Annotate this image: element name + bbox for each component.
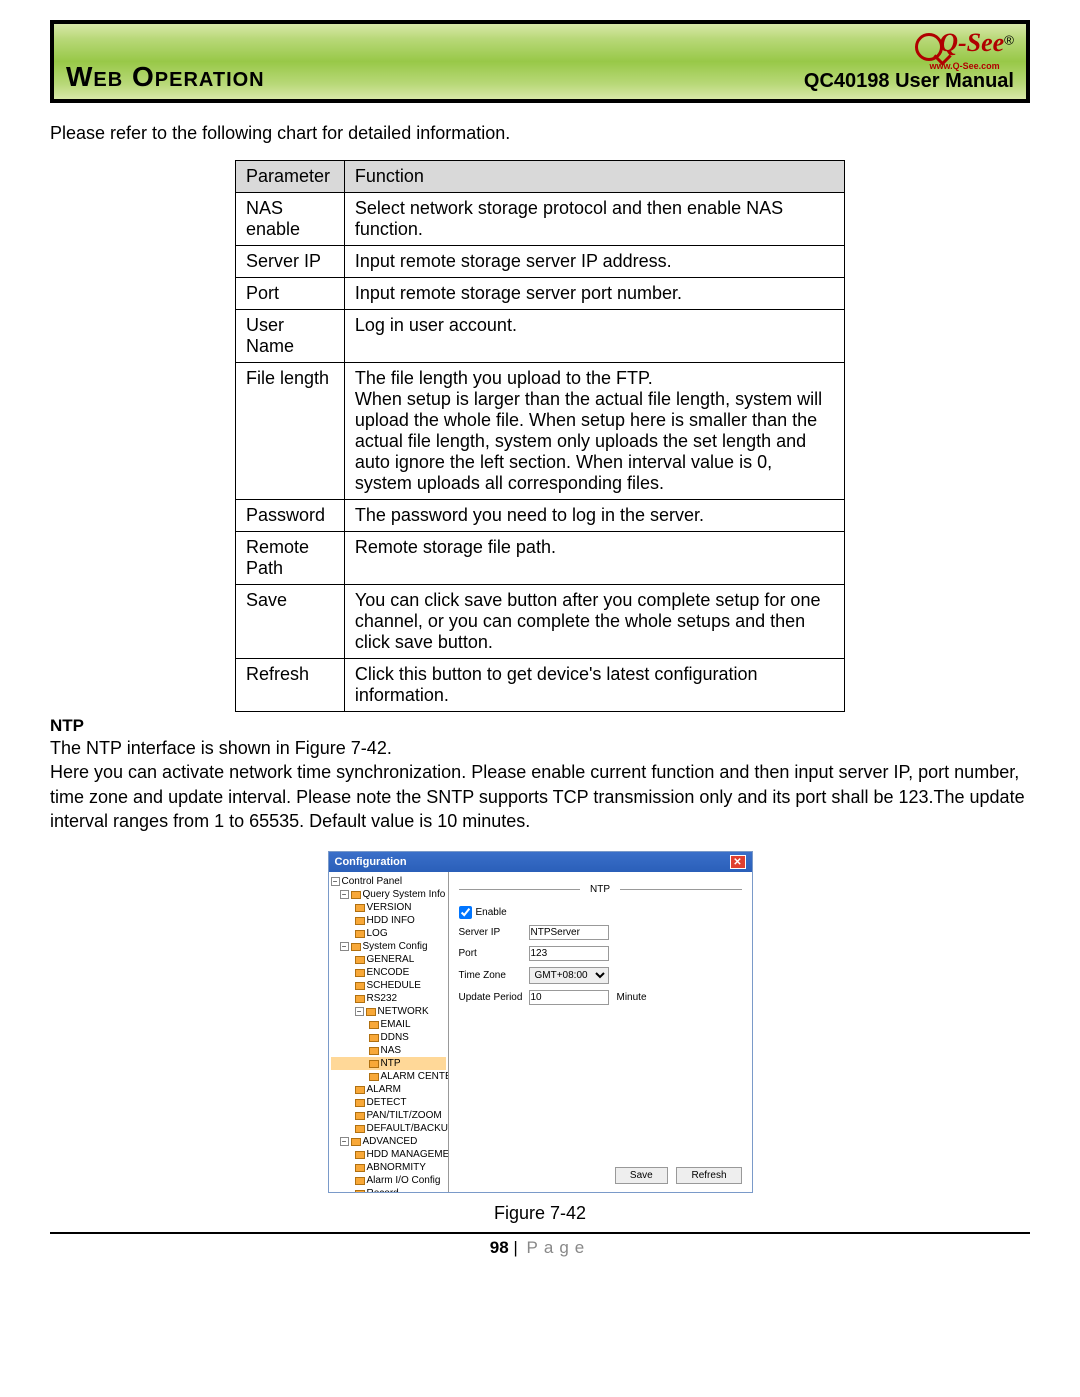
tree-item: HDD MANAGEMENT <box>331 1148 446 1161</box>
nav-tree[interactable]: −Control Panel −Query System Info VERSIO… <box>329 872 449 1192</box>
table-row: PortInput remote storage server port num… <box>236 278 845 310</box>
tree-item: VERSION <box>331 901 446 914</box>
server-ip-input[interactable] <box>529 925 609 940</box>
server-ip-label: Server IP <box>459 927 529 938</box>
folder-icon <box>355 969 365 977</box>
table-row: RefreshClick this button to get device's… <box>236 659 845 712</box>
refresh-button[interactable]: Refresh <box>676 1167 741 1184</box>
ntp-heading: NTP <box>50 716 1030 736</box>
tree-item: DDNS <box>331 1031 446 1044</box>
th-function: Function <box>344 161 844 193</box>
folder-icon <box>355 1164 365 1172</box>
page-title: Web Operation <box>66 61 265 93</box>
folder-icon <box>369 1073 379 1081</box>
folder-icon <box>366 1008 376 1016</box>
configuration-window: Configuration ✕ −Control Panel −Query Sy… <box>328 851 753 1193</box>
folder-icon <box>355 930 365 938</box>
intro-text: Please refer to the following chart for … <box>50 123 1030 144</box>
tree-item: −Query System Info <box>331 888 446 901</box>
update-period-label: Update Period <box>459 992 529 1003</box>
tree-item: −NETWORK <box>331 1005 446 1018</box>
tree-item: HDD INFO <box>331 914 446 927</box>
folder-icon <box>355 1177 365 1185</box>
folder-icon <box>355 1086 365 1094</box>
table-row: Server IPInput remote storage server IP … <box>236 246 845 278</box>
brand-logo: Q-See® www.Q-See.com <box>915 28 1014 71</box>
enable-checkbox[interactable] <box>459 906 472 919</box>
table-row: NAS enableSelect network storage protoco… <box>236 193 845 246</box>
parameter-table: Parameter Function NAS enableSelect netw… <box>235 160 845 712</box>
panel-heading: NTP <box>580 884 620 895</box>
folder-icon <box>355 904 365 912</box>
timezone-select[interactable]: GMT+08:00 <box>529 967 609 984</box>
folder-icon <box>369 1021 379 1029</box>
tree-item: RS232 <box>331 992 446 1005</box>
tree-item: Record <box>331 1187 446 1192</box>
folder-icon <box>355 1125 365 1133</box>
page-subtitle: QC40198 User Manual <box>804 70 1014 93</box>
folder-icon <box>351 943 361 951</box>
page-word: Page <box>527 1238 591 1257</box>
folder-icon <box>355 1151 365 1159</box>
tree-item: −ADVANCED <box>331 1135 446 1148</box>
folder-icon <box>355 956 365 964</box>
folder-icon <box>355 917 365 925</box>
folder-icon <box>355 982 365 990</box>
close-icon[interactable]: ✕ <box>730 855 746 869</box>
tree-item: DETECT <box>331 1096 446 1109</box>
window-title: Configuration <box>335 856 407 868</box>
save-button[interactable]: Save <box>615 1167 668 1184</box>
page-number: 98 <box>490 1238 509 1257</box>
tree-item: −Control Panel <box>331 875 446 888</box>
registered-mark: ® <box>1004 33 1014 48</box>
tree-item: LOG <box>331 927 446 940</box>
tree-item: NAS <box>331 1044 446 1057</box>
tree-item-selected: NTP <box>331 1057 446 1070</box>
tree-item: Alarm I/O Config <box>331 1174 446 1187</box>
tree-item: PAN/TILT/ZOOM <box>331 1109 446 1122</box>
tree-item: ALARM <box>331 1083 446 1096</box>
table-row: SaveYou can click save button after you … <box>236 585 845 659</box>
page-header: Q-See® www.Q-See.com Web Operation QC401… <box>50 20 1030 103</box>
folder-icon <box>355 1099 365 1107</box>
table-row: File lengthThe file length you upload to… <box>236 363 845 500</box>
magnifier-icon <box>915 33 943 61</box>
tree-item: SCHEDULE <box>331 979 446 992</box>
tree-item: −System Config <box>331 940 446 953</box>
folder-icon <box>369 1047 379 1055</box>
tree-item: GENERAL <box>331 953 446 966</box>
unit-label: Minute <box>617 992 647 1003</box>
tree-item: DEFAULT/BACKUP <box>331 1122 446 1135</box>
port-label: Port <box>459 948 529 959</box>
folder-icon <box>369 1034 379 1042</box>
table-row: User NameLog in user account. <box>236 310 845 363</box>
folder-icon <box>351 1138 361 1146</box>
folder-icon <box>355 995 365 1003</box>
ntp-body: The NTP interface is shown in Figure 7-4… <box>50 736 1030 833</box>
tree-item: ALARM CENTER <box>331 1070 446 1083</box>
tree-item: ABNORMITY <box>331 1161 446 1174</box>
folder-icon <box>355 1112 365 1120</box>
table-row: PasswordThe password you need to log in … <box>236 500 845 532</box>
timezone-label: Time Zone <box>459 970 529 981</box>
page-footer: 98 | Page <box>50 1232 1030 1258</box>
enable-label: Enable <box>476 907 546 918</box>
figure-caption: Figure 7-42 <box>50 1203 1030 1224</box>
th-parameter: Parameter <box>236 161 345 193</box>
tree-item: ENCODE <box>331 966 446 979</box>
tree-item: EMAIL <box>331 1018 446 1031</box>
folder-icon <box>369 1060 379 1068</box>
logo-text: Q-See <box>939 28 1004 57</box>
settings-panel: NTP Enable Server IP Port Time ZoneGMT+0… <box>449 872 752 1192</box>
table-row: Remote PathRemote storage file path. <box>236 532 845 585</box>
folder-icon <box>355 1190 365 1193</box>
folder-icon <box>351 891 361 899</box>
update-period-input[interactable] <box>529 990 609 1005</box>
port-input[interactable] <box>529 946 609 961</box>
